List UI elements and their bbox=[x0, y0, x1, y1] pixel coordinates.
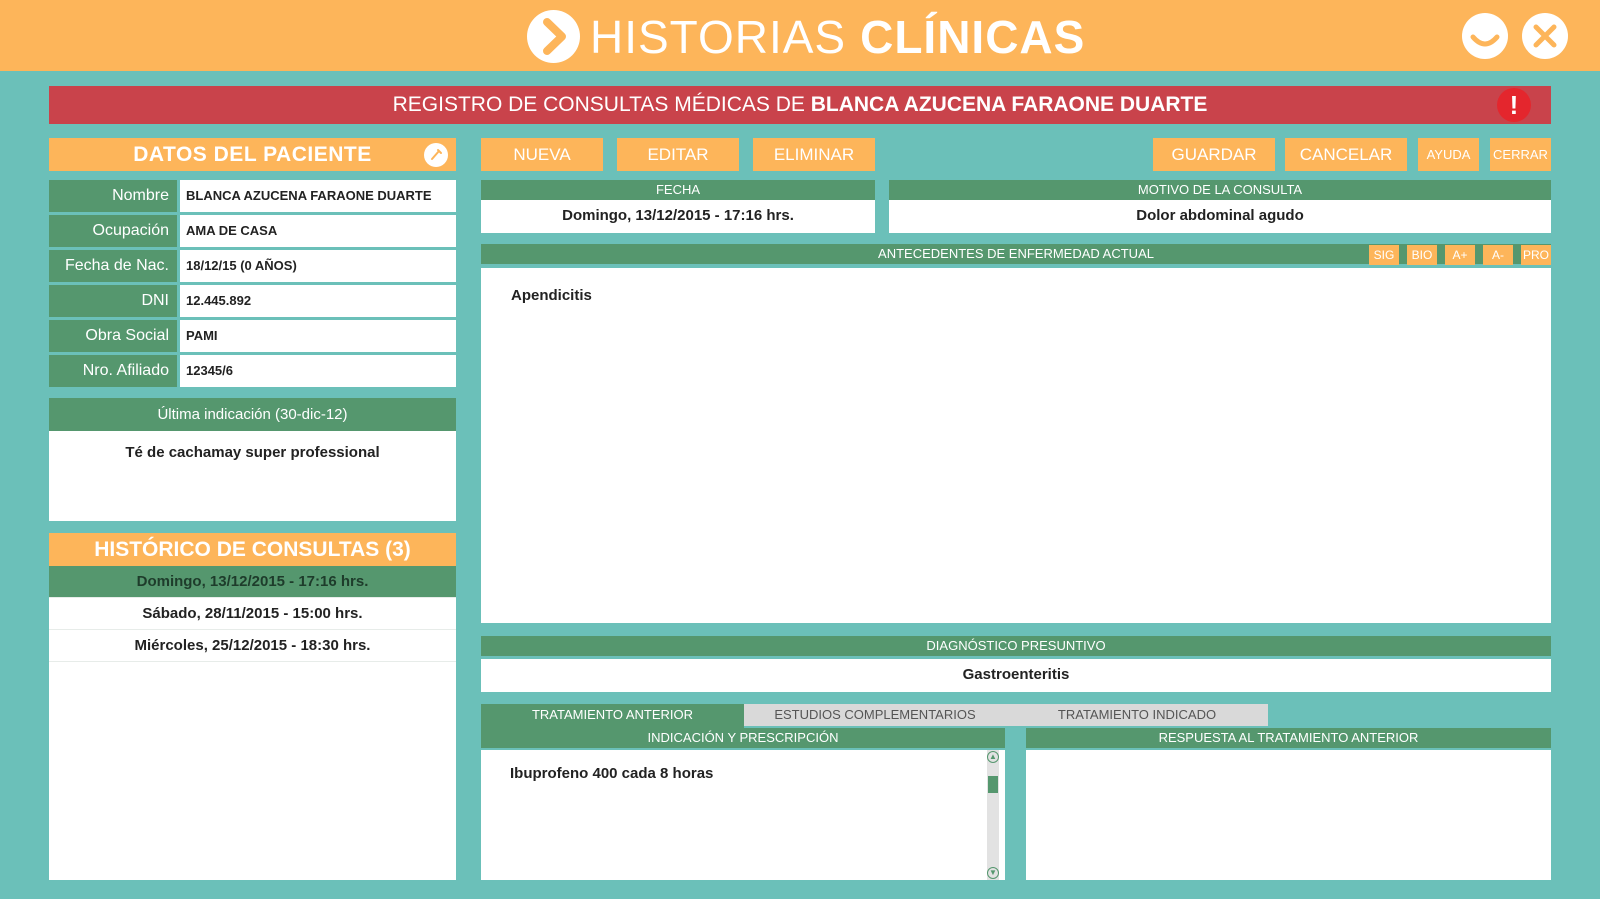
banner-prefix: REGISTRO DE CONSULTAS MÉDICAS DE bbox=[392, 93, 805, 116]
tab-previous-treatment[interactable]: TRATAMIENTO ANTERIOR bbox=[481, 704, 744, 729]
app-title: HISTORIAS CLÍNICAS bbox=[590, 12, 1085, 62]
last-indication-label: Última indicación (30-dic-12) bbox=[49, 398, 456, 431]
patient-data-header: DATOS DEL PACIENTE bbox=[49, 138, 456, 171]
field-value-fecha-nac[interactable]: 18/12/15 (0 AÑOS) bbox=[180, 250, 456, 282]
minimize-icon bbox=[1470, 34, 1500, 47]
close-record-button[interactable]: CERRAR bbox=[1490, 138, 1551, 171]
close-icon bbox=[1533, 24, 1557, 48]
history-item[interactable]: Miércoles, 25/12/2015 - 18:30 hrs. bbox=[49, 630, 456, 662]
font-increase-button[interactable]: A+ bbox=[1445, 245, 1475, 265]
prescription-textarea[interactable]: Ibuprofeno 400 cada 8 horas ▲ ▼ bbox=[481, 750, 1005, 880]
field-label-ocupacion: Ocupación bbox=[49, 215, 177, 247]
reason-field[interactable]: Dolor abdominal agudo bbox=[889, 200, 1551, 233]
pro-button[interactable]: PRO bbox=[1521, 245, 1551, 265]
edit-button[interactable]: EDITAR bbox=[617, 138, 739, 171]
save-button[interactable]: GUARDAR bbox=[1153, 138, 1275, 171]
scroll-down-icon[interactable]: ▼ bbox=[987, 867, 999, 879]
history-list: Domingo, 13/12/2015 - 17:16 hrs. Sábado,… bbox=[49, 566, 456, 880]
field-value-obra-social[interactable]: PAMI bbox=[180, 320, 456, 352]
scroll-thumb[interactable] bbox=[988, 776, 998, 793]
field-value-ocupacion[interactable]: AMA DE CASA bbox=[180, 215, 456, 247]
tab-complementary-studies[interactable]: ESTUDIOS COMPLEMENTARIOS bbox=[744, 704, 1006, 726]
sig-button[interactable]: SIG bbox=[1369, 245, 1399, 265]
scrollbar[interactable]: ▲ ▼ bbox=[987, 750, 999, 880]
history-of-illness-text: Apendicitis bbox=[511, 287, 592, 304]
date-field[interactable]: Domingo, 13/12/2015 - 17:16 hrs. bbox=[481, 200, 875, 233]
pencil-icon bbox=[431, 149, 442, 160]
bio-button[interactable]: BIO bbox=[1407, 245, 1437, 265]
chevron-right-circle-icon bbox=[527, 10, 580, 63]
app-title-bold: CLÍNICAS bbox=[860, 11, 1086, 63]
font-decrease-button[interactable]: A- bbox=[1483, 245, 1513, 265]
prescription-label: INDICACIÓN Y PRESCRIPCIÓN bbox=[481, 728, 1005, 748]
cancel-button[interactable]: CANCELAR bbox=[1285, 138, 1407, 171]
history-item[interactable]: Sábado, 28/11/2015 - 15:00 hrs. bbox=[49, 598, 456, 630]
field-label-fecha-nac: Fecha de Nac. bbox=[49, 250, 177, 282]
diagnosis-label: DIAGNÓSTICO PRESUNTIVO bbox=[481, 636, 1551, 656]
date-label: FECHA bbox=[481, 180, 875, 200]
field-label-nro-afiliado: Nro. Afiliado bbox=[49, 355, 177, 387]
treatment-response-textarea[interactable] bbox=[1026, 750, 1551, 880]
help-button[interactable]: AYUDA bbox=[1418, 138, 1479, 171]
history-header: HISTÓRICO DE CONSULTAS (3) bbox=[49, 533, 456, 566]
close-button[interactable] bbox=[1522, 13, 1568, 59]
last-indication-text: Té de cachamay super professional bbox=[125, 444, 380, 461]
treatment-response-label: RESPUESTA AL TRATAMIENTO ANTERIOR bbox=[1026, 728, 1551, 748]
field-label-obra-social: Obra Social bbox=[49, 320, 177, 352]
diagnosis-field[interactable]: Gastroenteritis bbox=[481, 659, 1551, 692]
tab-indicated-treatment[interactable]: TRATAMIENTO INDICADO bbox=[1006, 704, 1268, 726]
field-value-nombre[interactable]: BLANCA AZUCENA FARAONE DUARTE bbox=[180, 180, 456, 212]
field-label-nombre: Nombre bbox=[49, 180, 177, 212]
delete-button[interactable]: ELIMINAR bbox=[753, 138, 875, 171]
minimize-button[interactable] bbox=[1462, 13, 1508, 59]
reason-label: MOTIVO DE LA CONSULTA bbox=[889, 180, 1551, 200]
edit-patient-button[interactable] bbox=[424, 143, 448, 167]
field-value-nro-afiliado[interactable]: 12345/6 bbox=[180, 355, 456, 387]
field-value-dni[interactable]: 12.445.892 bbox=[180, 285, 456, 317]
scroll-up-icon[interactable]: ▲ bbox=[987, 751, 999, 763]
last-indication-box: Té de cachamay super professional bbox=[49, 431, 456, 521]
alert-icon[interactable]: ! bbox=[1497, 88, 1531, 122]
new-button[interactable]: NUEVA bbox=[481, 138, 603, 171]
app-title-light: HISTORIAS bbox=[590, 11, 847, 63]
history-of-illness-textarea[interactable]: Apendicitis bbox=[481, 268, 1551, 623]
field-label-dni: DNI bbox=[49, 285, 177, 317]
history-item[interactable]: Domingo, 13/12/2015 - 17:16 hrs. bbox=[49, 566, 456, 598]
prescription-text: Ibuprofeno 400 cada 8 horas bbox=[510, 765, 714, 782]
patient-banner: REGISTRO DE CONSULTAS MÉDICAS DE BLANCA … bbox=[49, 86, 1551, 124]
banner-patient-name: BLANCA AZUCENA FARAONE DUARTE bbox=[810, 93, 1208, 116]
